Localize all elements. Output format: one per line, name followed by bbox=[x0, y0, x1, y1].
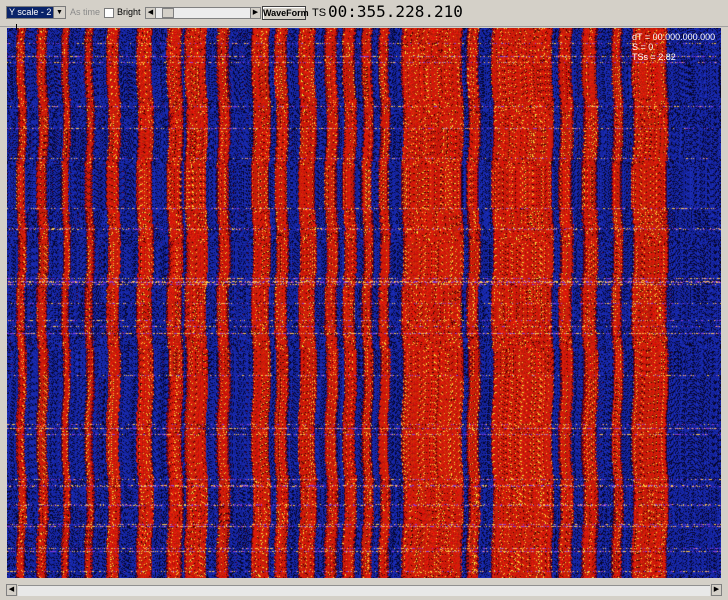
arrow-right-icon[interactable]: ▶ bbox=[250, 7, 261, 19]
as-time-label: As time bbox=[70, 7, 101, 17]
bright-label: Bright bbox=[117, 7, 141, 17]
y-scale-dropdown[interactable]: Y scale - 2 ▼ bbox=[6, 6, 66, 19]
toolbar: Y scale - 2 ▼ As time Bright ◀ ▶ WaveFor… bbox=[0, 0, 728, 27]
cursor-marker bbox=[16, 24, 17, 30]
arrow-right-icon[interactable]: ▶ bbox=[711, 584, 722, 596]
ts-label: TS bbox=[312, 7, 327, 19]
timestamp-value: 00:355.228.210 bbox=[328, 2, 463, 21]
waveform-button[interactable]: WaveForm bbox=[262, 6, 309, 20]
tss-readout: TSs = 2.82 bbox=[632, 52, 676, 62]
arrow-left-icon[interactable]: ◀ bbox=[6, 584, 17, 596]
chevron-down-icon[interactable]: ▼ bbox=[53, 7, 65, 18]
bright-checkbox[interactable] bbox=[104, 8, 114, 18]
position-scrollbar[interactable] bbox=[156, 7, 250, 19]
spectrogram-canvas[interactable] bbox=[7, 28, 721, 578]
position-scrollbar-thumb[interactable] bbox=[162, 8, 174, 18]
bottom-scrollbar[interactable]: ◀ ▶ bbox=[0, 580, 728, 600]
arrow-left-icon[interactable]: ◀ bbox=[145, 7, 156, 19]
bottom-scrollbar-track[interactable] bbox=[18, 585, 710, 596]
spectrogram-display[interactable]: dT = 00.000.000.000 S = 0 TSs = 2.82 bbox=[7, 28, 721, 578]
y-scale-value: Y scale - 2 bbox=[7, 7, 55, 18]
